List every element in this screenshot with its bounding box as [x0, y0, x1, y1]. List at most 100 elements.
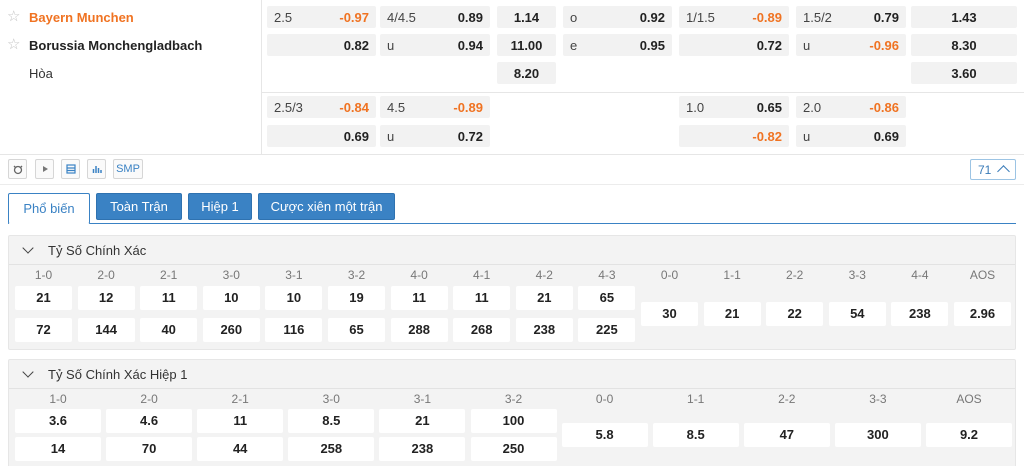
odds-cell[interactable]: 2.5 -0.97 — [267, 6, 376, 28]
score-odds-cell[interactable]: 8.5 — [288, 409, 375, 433]
odds-cell[interactable]: 3.60 — [911, 62, 1017, 84]
score-odds-cell[interactable]: 21 — [379, 409, 466, 433]
score-column-header: 3-3 — [848, 268, 866, 282]
draw-label: Hòa — [29, 65, 53, 81]
score-column-header: 2-2 — [778, 392, 796, 406]
odds-cell[interactable]: 11.00 — [497, 34, 556, 56]
chart-icon[interactable] — [87, 159, 106, 179]
list-icon[interactable] — [61, 159, 80, 179]
score-odds-cell[interactable]: 10 — [202, 286, 260, 310]
odds-cell[interactable]: 1.5/2 0.79 — [796, 6, 906, 28]
score-column-header: 3-0 — [222, 268, 240, 282]
section-header[interactable]: Tỷ Số Chính Xác Hiệp 1 — [9, 360, 1015, 388]
score-column-header: 4-1 — [473, 268, 491, 282]
odds-cell[interactable]: 8.30 — [911, 34, 1017, 56]
odds-cell[interactable]: 8.20 — [497, 62, 556, 84]
odds-handicap-label: u — [803, 129, 811, 144]
score-odds-cell[interactable]: 5.8 — [561, 423, 648, 447]
score-odds-cell[interactable]: 288 — [390, 318, 448, 342]
score-odds-cell[interactable]: 3.6 — [15, 409, 101, 433]
score-odds-cell[interactable]: 54 — [828, 302, 886, 326]
collapse-count-button[interactable]: 71 — [970, 159, 1016, 180]
odds-cell[interactable]: e 0.95 — [563, 34, 672, 56]
score-odds-cell[interactable]: 116 — [265, 318, 323, 342]
odds-handicap-label: u — [387, 129, 395, 144]
odds-handicap-label: 2.5/3 — [274, 100, 303, 115]
score-odds-cell[interactable]: 30 — [641, 302, 698, 326]
score-odds-cell[interactable]: 238 — [515, 318, 573, 342]
score-odds-cell[interactable]: 65 — [578, 286, 636, 310]
score-odds-cell[interactable]: 238 — [891, 302, 949, 326]
tab-first-half[interactable]: Hiệp 1 — [188, 193, 252, 220]
score-odds-cell[interactable]: 40 — [140, 318, 198, 342]
score-odds-cell[interactable]: 250 — [470, 437, 557, 461]
score-odds-cell[interactable]: 44 — [197, 437, 284, 461]
play-icon[interactable] — [35, 159, 54, 179]
odds-cell[interactable]: 0.72 — [679, 34, 789, 56]
score-odds-cell[interactable]: 11 — [197, 409, 284, 433]
score-odds-cell[interactable]: 268 — [453, 318, 511, 342]
star-icon[interactable]: ☆ — [7, 37, 23, 53]
odds-cell[interactable]: u -0.96 — [796, 34, 906, 56]
score-odds-cell[interactable]: 70 — [106, 437, 193, 461]
score-odds-cell[interactable]: 11 — [140, 286, 198, 310]
score-odds-cell[interactable]: 8.5 — [652, 423, 739, 447]
score-odds-cell[interactable]: 72 — [15, 318, 72, 342]
toolbar-bottom-border — [0, 184, 1024, 185]
odds-cell[interactable]: u 0.94 — [380, 34, 490, 56]
odds-cell[interactable]: 1.14 — [497, 6, 556, 28]
section-header[interactable]: Tỷ Số Chính Xác — [9, 236, 1015, 264]
odds-cell[interactable]: 0.69 — [267, 125, 376, 147]
score-odds-cell[interactable]: 144 — [77, 318, 135, 342]
smp-button[interactable]: SMP — [113, 159, 143, 179]
odds-divider — [262, 92, 1024, 93]
score-odds-cell[interactable]: 9.2 — [926, 423, 1012, 447]
score-odds-cell[interactable]: 10 — [265, 286, 323, 310]
score-odds-cell[interactable]: 12 — [77, 286, 135, 310]
stats-icon[interactable] — [8, 159, 27, 179]
odds-cell[interactable]: u 0.69 — [796, 125, 906, 147]
odds-value: -0.84 — [339, 100, 369, 115]
star-icon[interactable]: ☆ — [7, 9, 23, 25]
score-odds-cell[interactable]: 21 — [703, 302, 761, 326]
odds-handicap-label: 1/1.5 — [686, 10, 715, 25]
odds-cell[interactable]: 4.5 -0.89 — [380, 96, 490, 118]
score-odds-cell[interactable]: 21 — [515, 286, 573, 310]
score-odds-cell[interactable]: 300 — [834, 423, 921, 447]
odds-value: 0.72 — [756, 38, 782, 53]
score-odds-cell[interactable]: 11 — [390, 286, 448, 310]
score-odds-cell[interactable]: 260 — [202, 318, 260, 342]
score-odds-cell[interactable]: 19 — [328, 286, 385, 310]
odds-cell[interactable]: 4/4.5 0.89 — [380, 6, 490, 28]
odds-cell[interactable]: u 0.72 — [380, 125, 490, 147]
score-odds-cell[interactable]: 100 — [470, 409, 557, 433]
score-column-header: 3-1 — [413, 392, 432, 406]
score-odds-cell[interactable]: 258 — [288, 437, 375, 461]
odds-value: 0.94 — [457, 38, 483, 53]
odds-cell[interactable]: 1.0 0.65 — [679, 96, 789, 118]
score-odds-cell[interactable]: 22 — [766, 302, 824, 326]
odds-cell[interactable]: 1.43 — [911, 6, 1017, 28]
odds-handicap-label: u — [387, 38, 395, 53]
odds-cell[interactable]: 0.82 — [267, 34, 376, 56]
score-odds-cell[interactable]: 11 — [453, 286, 511, 310]
score-odds-cell[interactable]: 4.6 — [106, 409, 193, 433]
tab-full-match[interactable]: Toàn Trận — [96, 193, 182, 220]
score-column-header: 3-3 — [869, 392, 887, 406]
odds-cell[interactable]: 2.0 -0.86 — [796, 96, 906, 118]
tab-popular[interactable]: Phổ biến — [8, 193, 90, 224]
score-odds-cell[interactable]: 21 — [15, 286, 72, 310]
score-odds-cell[interactable]: 47 — [743, 423, 830, 447]
odds-cell[interactable]: 2.5/3 -0.84 — [267, 96, 376, 118]
odds-cell[interactable]: 1/1.5 -0.89 — [679, 6, 789, 28]
odds-value: 8.30 — [951, 38, 977, 53]
odds-cell[interactable]: -0.82 — [679, 125, 789, 147]
score-odds-cell[interactable]: 238 — [379, 437, 466, 461]
score-odds-cell[interactable]: 65 — [328, 318, 385, 342]
tab-same-game-parlay[interactable]: Cược xiên một trận — [258, 193, 395, 220]
odds-cell[interactable]: o 0.92 — [563, 6, 672, 28]
score-odds-cell[interactable]: 225 — [578, 318, 636, 342]
score-odds-cell[interactable]: 2.96 — [954, 302, 1011, 326]
score-odds-cell[interactable]: 14 — [15, 437, 101, 461]
section-divider — [9, 264, 1015, 265]
